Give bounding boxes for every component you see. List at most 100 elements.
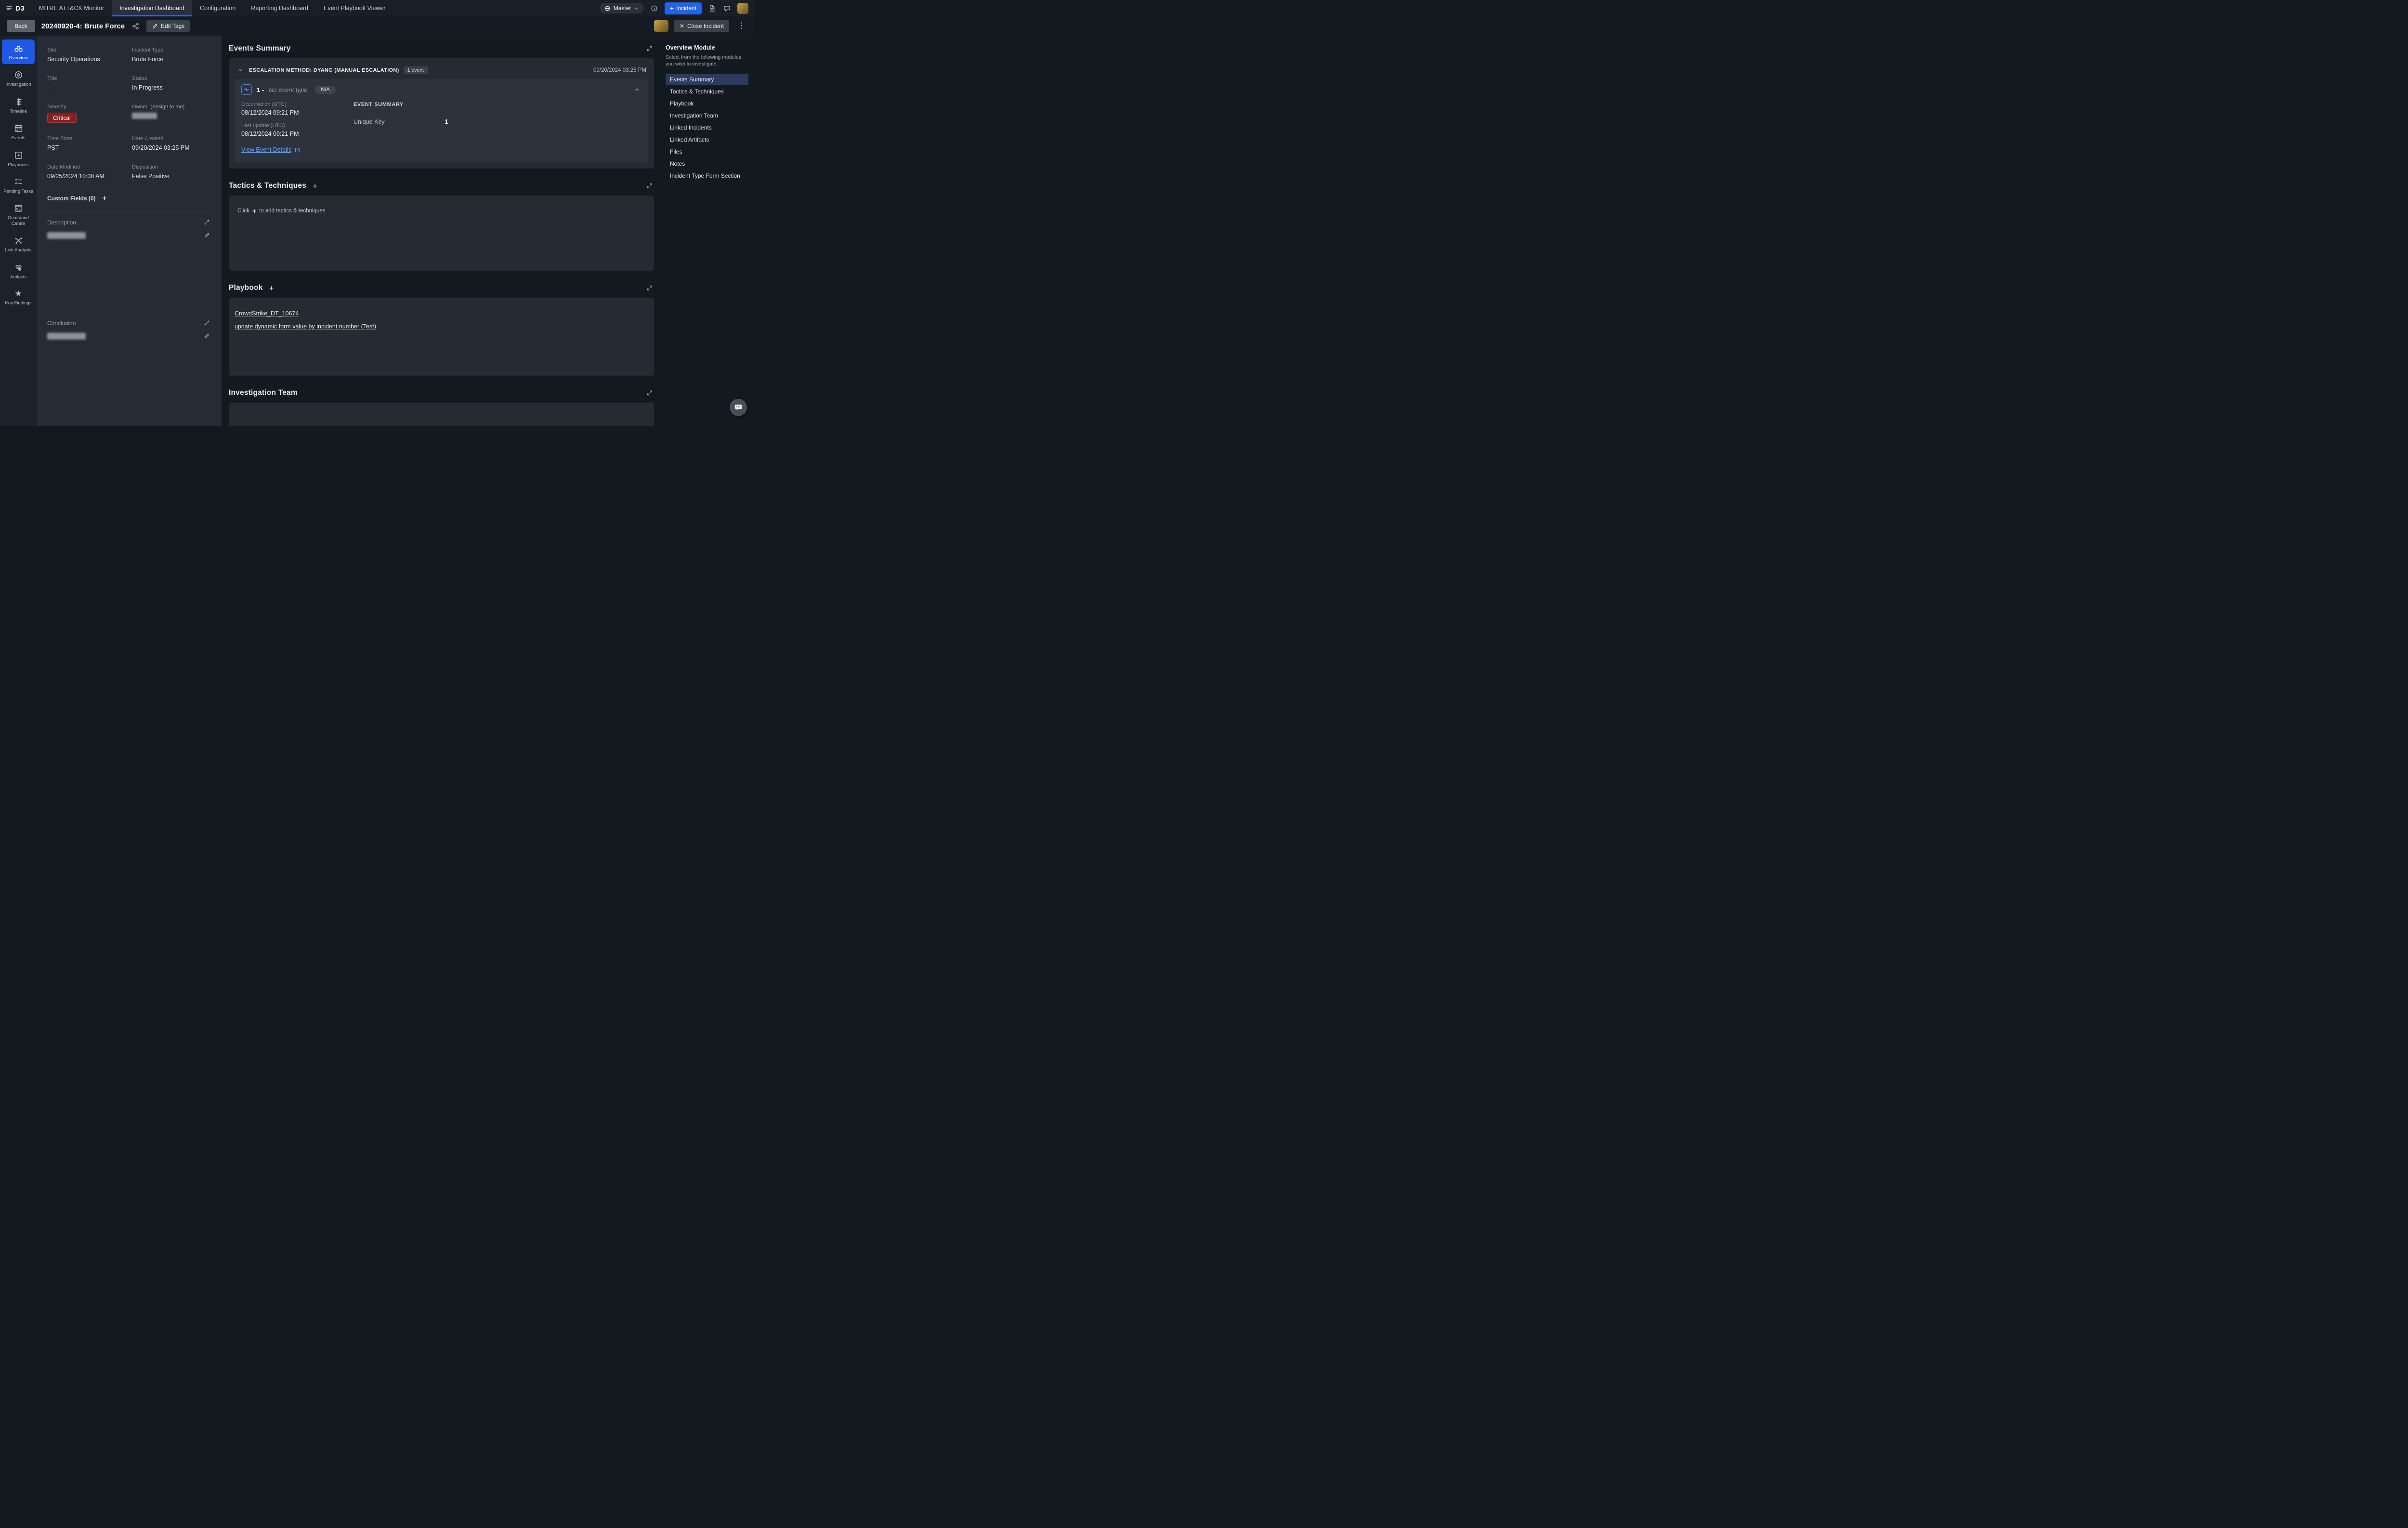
network-nodes-icon xyxy=(14,236,23,245)
add-tactics-button[interactable]: + xyxy=(312,182,318,190)
support-chat-fab[interactable] xyxy=(730,399,747,416)
escalation-group-header: ESCALATION METHOD: DYANG (MANUAL ESCALAT… xyxy=(235,64,648,79)
rail-item-overview[interactable]: Overview xyxy=(2,39,35,64)
info-button[interactable] xyxy=(650,4,659,13)
chat-button[interactable] xyxy=(722,4,732,13)
expand-tactics-button[interactable] xyxy=(645,182,654,190)
add-custom-field-button[interactable]: + xyxy=(101,194,109,202)
playbook-section: Playbook + CrowdStrike_DT_10674 update d… xyxy=(229,284,654,376)
occurred-on-label: Occurred on (UTC) xyxy=(241,102,353,107)
events-summary-title: Events Summary xyxy=(229,44,291,53)
rail-item-artifacts[interactable]: Artifacts xyxy=(2,259,35,283)
rail-item-playbooks[interactable]: Playbooks xyxy=(2,146,35,171)
expand-conclusion-button[interactable] xyxy=(203,319,211,327)
event-summary-row: Unique Key 1 xyxy=(353,118,639,126)
collapse-group-button[interactable] xyxy=(236,66,245,74)
back-button[interactable]: Back xyxy=(7,20,35,32)
edit-conclusion-button[interactable] xyxy=(203,332,211,340)
nav-event-playbook-viewer[interactable]: Event Playbook Viewer xyxy=(316,0,393,16)
module-item-playbook[interactable]: Playbook xyxy=(666,98,748,109)
tactics-techniques-section: Tactics & Techniques + Click + to add ta… xyxy=(229,182,654,271)
rail-item-investigation[interactable]: Investigation xyxy=(2,66,35,91)
collapse-event-button[interactable] xyxy=(633,85,641,94)
incident-details-panel: Site Security Operations Incident Type B… xyxy=(37,36,222,426)
assign-to-me-link[interactable]: (Assign to me) xyxy=(150,104,184,110)
rail-item-command-centre[interactable]: Command Centre xyxy=(2,199,35,230)
owner-avatar[interactable] xyxy=(654,20,668,32)
plus-icon: + xyxy=(252,207,256,215)
module-item-files[interactable]: Files xyxy=(666,146,748,157)
module-item-linked-artifacts[interactable]: Linked Artifacts xyxy=(666,134,748,145)
field-date-created: Date Created 09/20/2024 03:25 PM xyxy=(132,136,211,151)
field-incident-type: Incident Type Brute Force xyxy=(132,47,211,63)
d3-logo-text: D3 xyxy=(15,4,25,12)
left-icon-rail: Overview Investigation Timeline Events P… xyxy=(0,36,37,426)
playbook-link-crowdstrike[interactable]: CrowdStrike_DT_10674 xyxy=(235,310,299,317)
chevron-down-icon xyxy=(237,67,244,73)
event-summary-header: EVENT SUMMARY xyxy=(353,102,639,111)
view-event-details-link[interactable]: View Event Details xyxy=(241,146,301,153)
rail-item-pending-tasks[interactable]: Pending Tasks xyxy=(2,173,35,197)
expand-description-button[interactable] xyxy=(203,218,211,226)
expand-icon xyxy=(204,219,210,225)
chevron-down-icon xyxy=(634,6,639,11)
custom-fields-label: Custom Fields (0) xyxy=(47,195,96,202)
share-button[interactable] xyxy=(131,22,140,31)
investigation-team-panel xyxy=(229,403,654,426)
terminal-window-icon xyxy=(14,204,23,213)
nav-mitre-attack-monitor[interactable]: MITRE ATT&CK Monitor xyxy=(31,0,112,16)
module-item-tactics-techniques[interactable]: Tactics & Techniques xyxy=(666,86,748,97)
overview-module-title: Overview Module xyxy=(666,44,748,51)
new-incident-button[interactable]: + Incident xyxy=(665,2,702,14)
close-incident-button[interactable]: ✕ Close Incident xyxy=(674,20,729,32)
rail-item-key-findings[interactable]: ★ Key Findings xyxy=(2,285,35,309)
add-playbook-button[interactable]: + xyxy=(268,284,275,292)
globe-icon xyxy=(604,5,611,12)
events-summary-section: Events Summary ESCALATION METHOD: DYANG … xyxy=(229,44,654,169)
nav-investigation-dashboard[interactable]: Investigation Dashboard xyxy=(112,0,192,16)
investigation-team-section: Investigation Team xyxy=(229,389,654,426)
chevron-up-icon xyxy=(634,86,641,93)
d3-logo[interactable]: D3 xyxy=(0,0,31,16)
star-icon: ★ xyxy=(14,289,22,298)
plus-icon: + xyxy=(670,5,674,12)
main-content: Events Summary ESCALATION METHOD: DYANG … xyxy=(222,36,659,426)
edit-tags-button[interactable]: Edit Tags xyxy=(146,20,190,32)
user-avatar[interactable] xyxy=(737,3,748,14)
module-item-events-summary[interactable]: Events Summary xyxy=(666,74,748,85)
field-date-modified: Date Modified 09/25/2024 10:00 AM xyxy=(47,164,126,180)
pulse-icon xyxy=(243,86,250,93)
module-item-linked-incidents[interactable]: Linked Incidents xyxy=(666,122,748,133)
module-item-notes[interactable]: Notes xyxy=(666,158,748,170)
playbook-link-dynamic-form[interactable]: update dynamic form value by incident nu… xyxy=(235,323,376,330)
occurred-on-value: 08/12/2024 09:21 PM xyxy=(241,109,353,116)
description-block: Description xyxy=(47,210,211,239)
app-body: Overview Investigation Timeline Events P… xyxy=(0,36,755,426)
expand-investigation-team-button[interactable] xyxy=(645,389,654,397)
module-item-investigation-team[interactable]: Investigation Team xyxy=(666,110,748,121)
master-environment-dropdown[interactable]: Master xyxy=(600,3,644,13)
timeline-icon xyxy=(14,97,23,106)
nav-configuration[interactable]: Configuration xyxy=(192,0,243,16)
incident-title: 20240920-4: Brute Force xyxy=(41,22,125,30)
expand-events-summary-button[interactable] xyxy=(645,44,654,53)
rail-item-events[interactable]: Events xyxy=(2,119,35,144)
playbook-title: Playbook xyxy=(229,284,263,292)
event-type-icon xyxy=(241,84,252,95)
pencil-icon xyxy=(204,333,210,339)
chat-icon xyxy=(723,5,731,12)
escalation-date: 09/20/2024 03:25 PM xyxy=(593,67,646,73)
conclusion-redacted xyxy=(47,333,86,340)
avatar-blurred-image xyxy=(737,3,748,14)
more-options-button[interactable]: ⋮ xyxy=(735,21,748,31)
conclusion-label: Conclusion xyxy=(47,320,76,326)
module-item-incident-type-form-section[interactable]: Incident Type Form Section xyxy=(666,170,748,182)
calendar-icon xyxy=(14,124,23,133)
expand-playbook-button[interactable] xyxy=(645,284,654,292)
description-redacted xyxy=(47,232,86,239)
nav-reporting-dashboard[interactable]: Reporting Dashboard xyxy=(243,0,316,16)
rail-item-timeline[interactable]: Timeline xyxy=(2,93,35,118)
rail-item-link-analysis[interactable]: Link Analysis xyxy=(2,232,35,256)
report-button[interactable] xyxy=(707,4,717,13)
edit-description-button[interactable] xyxy=(203,231,211,239)
